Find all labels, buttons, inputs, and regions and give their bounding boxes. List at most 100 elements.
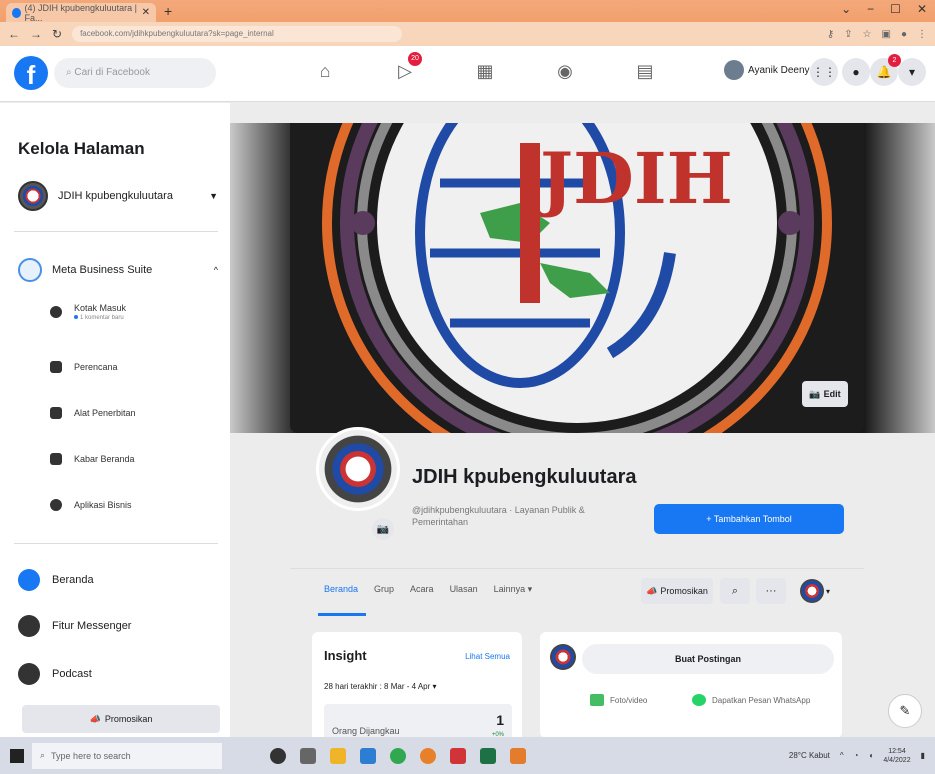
meta-business-suite-label: Meta Business Suite	[52, 264, 153, 276]
maximize-button[interactable]: ☐	[890, 2, 901, 16]
photo-video-label: Foto/video	[610, 695, 648, 705]
insight-title: Insight	[324, 648, 367, 663]
promote-button[interactable]: 📣 Promosikan	[641, 578, 713, 604]
notifications-button[interactable]: 🔔 2	[870, 54, 901, 86]
compose-message-button[interactable]: ✎	[888, 694, 922, 728]
tab-reviews[interactable]: Ulasan	[450, 584, 478, 595]
taskbar-search-input[interactable]: ⌕ Type here to search	[32, 742, 222, 769]
task-view-icon[interactable]	[300, 747, 316, 764]
windows-start-icon[interactable]	[10, 748, 24, 763]
notifications-icon[interactable]: ▮	[921, 751, 925, 760]
page-voice-switcher[interactable]: ▾	[800, 577, 840, 605]
meta-business-suite-item[interactable]: Meta Business Suite ^	[18, 258, 218, 282]
sidebar-item-label: Alat Penerbitan	[74, 408, 136, 418]
sidebar-item-news-feed[interactable]: Kabar Beranda	[50, 453, 135, 465]
cortana-icon[interactable]	[270, 747, 286, 764]
page-profile-picture[interactable]	[316, 427, 400, 511]
sidebar-item-messenger-features[interactable]: Fitur Messenger	[18, 615, 131, 637]
groups-icon[interactable]: ◉	[550, 56, 580, 86]
more-options-button[interactable]: ···	[756, 578, 786, 604]
insight-period-select[interactable]: 28 hari terakhir : 8 Mar - 4 Apr ▾	[324, 682, 437, 691]
facebook-logo-icon[interactable]: f	[14, 56, 48, 90]
whatsapp-button[interactable]: Dapatkan Pesan WhatsApp	[692, 694, 810, 706]
chevron-down-icon[interactable]: ⌄	[841, 2, 851, 16]
star-icon[interactable]: ☆	[863, 29, 872, 40]
app-icon[interactable]	[420, 747, 436, 764]
photos-icon[interactable]	[510, 747, 526, 764]
edit-cover-button[interactable]: 📷 Edit	[802, 381, 848, 407]
back-icon[interactable]: ←	[8, 27, 20, 41]
sidebar-item-label: Perencana	[74, 362, 118, 372]
chevron-up-icon[interactable]: ^	[840, 751, 844, 760]
office-icon[interactable]	[450, 747, 466, 764]
sidebar-item-podcast[interactable]: Podcast	[18, 663, 92, 685]
avatar	[724, 60, 744, 80]
extensions-icon[interactable]: ▣	[882, 29, 891, 40]
home-icon[interactable]: ⌂	[310, 56, 340, 86]
sidebar-title: Kelola Halaman	[18, 139, 145, 158]
tab-events[interactable]: Acara	[410, 584, 434, 595]
edit-cover-label: Edit	[823, 389, 841, 399]
change-photo-camera-icon[interactable]: 📷	[372, 518, 394, 540]
profile-chip[interactable]: Ayanik Deeny	[724, 60, 810, 80]
megaphone-icon: 📣	[646, 585, 658, 596]
avatar	[550, 644, 576, 670]
publishing-tools-icon	[50, 407, 62, 419]
marketplace-icon[interactable]: ▦	[470, 56, 500, 86]
megaphone-icon: 📣	[89, 713, 101, 724]
chrome-icon[interactable]	[390, 747, 406, 764]
menu-dots-icon[interactable]: ⋮	[917, 29, 927, 40]
whatsapp-icon	[692, 694, 706, 706]
account-dropdown-button[interactable]: ▾	[898, 58, 926, 86]
key-icon[interactable]: ⚷	[827, 29, 834, 40]
caret-down-icon: ▾	[826, 586, 831, 596]
close-tab-icon[interactable]: ✕	[142, 7, 150, 18]
page-search-button[interactable]: ⌕	[720, 578, 750, 604]
sidebar-item-publishing-tools[interactable]: Alat Penerbitan	[50, 407, 136, 419]
minimize-button[interactable]: −	[867, 2, 874, 16]
volume-icon[interactable]: ◖	[869, 751, 874, 760]
sidebar-item-home[interactable]: Beranda	[18, 569, 94, 591]
see-all-link[interactable]: Lihat Semua	[465, 652, 510, 661]
create-post-input[interactable]: Buat Postingan	[582, 644, 834, 674]
sidebar-promote-button[interactable]: 📣 Promosikan	[22, 705, 220, 733]
tab-groups[interactable]: Grup	[374, 584, 394, 595]
weather-widget[interactable]: 28°C Kabut	[789, 751, 830, 760]
new-tab-button[interactable]: +	[164, 3, 172, 19]
pages-icon[interactable]: ▤	[630, 56, 660, 86]
add-button-button[interactable]: + Tambahkan Tombol	[654, 504, 844, 534]
meta-business-suite-icon	[18, 258, 42, 282]
forward-icon[interactable]: →	[30, 27, 42, 41]
caret-down-icon: ▼	[209, 191, 218, 201]
tab-home[interactable]: Beranda	[324, 584, 358, 595]
profile-icon[interactable]: ●	[901, 29, 907, 40]
sidebar-item-inbox[interactable]: Kotak Masuk 1 komentar baru	[50, 303, 126, 321]
page-switcher[interactable]: JDIH kpubengkuluutara ▼	[18, 181, 218, 211]
messenger-button[interactable]: ●	[842, 58, 870, 86]
reload-icon[interactable]: ↻	[52, 27, 62, 41]
sidebar-item-label: Podcast	[52, 668, 92, 680]
photo-video-button[interactable]: Foto/video	[590, 694, 647, 706]
share-icon[interactable]: ⇪	[844, 29, 852, 40]
watch-icon[interactable]: ▷ 20	[390, 52, 422, 86]
network-icon[interactable]: ◔	[854, 751, 859, 760]
edit-icon: ✎	[899, 703, 911, 718]
file-explorer-icon[interactable]	[330, 747, 346, 764]
divider	[14, 231, 218, 232]
sidebar-item-label: Kotak Masuk	[74, 303, 127, 313]
windows-taskbar: ⌕ Type here to search 28°C Kabut ^ ◔ ◖ 1…	[0, 737, 935, 774]
url-field[interactable]: facebook.com/jdihkpubengkuluutara?sk=pag…	[72, 26, 403, 42]
inbox-icon	[50, 306, 62, 318]
sidebar-item-planner[interactable]: Perencana	[50, 361, 118, 373]
business-apps-icon	[50, 499, 62, 511]
svg-text:JDIH: JDIH	[534, 137, 733, 220]
edge-icon[interactable]	[360, 747, 376, 764]
close-window-button[interactable]: ✕	[917, 2, 927, 16]
excel-icon[interactable]	[480, 747, 496, 764]
browser-tab[interactable]: (4) JDIH kpubengkuluutara | Fa... ✕	[6, 3, 156, 23]
sidebar-item-business-apps[interactable]: Aplikasi Bisnis	[50, 499, 132, 511]
tab-more[interactable]: Lainnya ▾	[494, 584, 533, 595]
facebook-search-input[interactable]: ⌕ Cari di Facebook	[54, 58, 216, 88]
clock[interactable]: 12:54 4/4/2022	[883, 747, 910, 765]
menu-grid-button[interactable]: ⋮⋮	[810, 58, 838, 86]
